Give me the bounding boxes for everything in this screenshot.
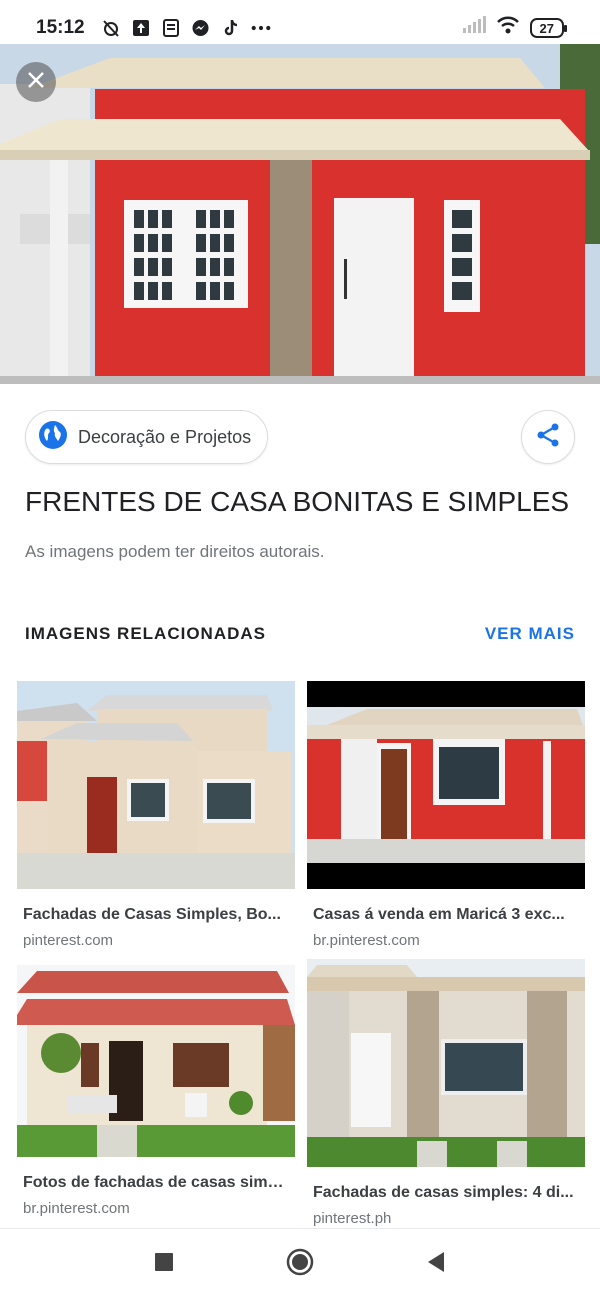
battery-indicator: 27 [529, 18, 568, 38]
related-thumbnail[interactable] [307, 959, 585, 1172]
related-caption: Fachadas de casas simples: 4 di... [313, 1184, 574, 1201]
globe-icon [38, 420, 68, 455]
copyright-note: As imagens podem ter direitos autorais. [25, 542, 325, 561]
source-name: Decoração e Projetos [78, 426, 252, 447]
source-chip[interactable]: Decoração e Projetos [25, 410, 269, 464]
recent-apps-button[interactable] [146, 1247, 182, 1283]
see-more-link[interactable]: VER MAIS [485, 624, 575, 644]
related-thumbnail[interactable] [307, 681, 585, 894]
wifi-icon [496, 15, 520, 41]
related-item[interactable]: Fachadas de casas simples: 4 di... pinte… [307, 959, 585, 1227]
alarm-off-icon [101, 18, 121, 38]
close-icon [26, 70, 46, 95]
back-icon [426, 1251, 446, 1278]
related-caption: Fotos de fachadas de casas simp... [23, 1174, 287, 1191]
image-viewer-screen: 15:12 27 Decoração e Projetos FRENTES DE… [0, 0, 600, 1300]
related-domain: br.pinterest.com [313, 932, 420, 949]
image-title: FRENTES DE CASA BONITAS E SIMPLES [25, 486, 570, 517]
related-heading: IMAGENS RELACIONADAS [25, 624, 267, 643]
related-thumbnail[interactable] [17, 681, 295, 894]
upload-icon [131, 18, 151, 38]
related-thumbnail[interactable] [17, 965, 295, 1162]
related-item[interactable]: Fotos de fachadas de casas simp... br.pi… [17, 965, 295, 1217]
home-icon [285, 1247, 315, 1282]
related-caption: Fachadas de Casas Simples, Bo... [23, 906, 281, 923]
share-button[interactable] [521, 410, 575, 464]
home-button[interactable] [282, 1247, 318, 1283]
more-notifications-icon [251, 18, 271, 38]
status-time: 15:12 [36, 17, 85, 38]
signal-icon [462, 16, 486, 40]
related-caption: Casas á venda em Maricá 3 exc... [313, 906, 565, 923]
related-header: IMAGENS RELACIONADAS VER MAIS [25, 624, 575, 644]
back-button[interactable] [418, 1247, 454, 1283]
messenger-icon [191, 18, 211, 38]
related-item[interactable]: Fachadas de Casas Simples, Bo... pintere… [17, 681, 295, 949]
recent-apps-icon [154, 1252, 174, 1277]
related-domain: br.pinterest.com [23, 1200, 130, 1217]
related-domain: pinterest.ph [313, 1210, 392, 1227]
share-icon [535, 422, 561, 453]
news-icon [161, 18, 181, 38]
related-item[interactable]: Casas á venda em Maricá 3 exc... br.pint… [307, 681, 585, 949]
tiktok-icon [221, 18, 241, 38]
main-image[interactable] [0, 44, 600, 384]
close-button[interactable] [16, 62, 56, 102]
system-nav-bar [0, 1228, 600, 1300]
related-domain: pinterest.com [23, 932, 114, 949]
